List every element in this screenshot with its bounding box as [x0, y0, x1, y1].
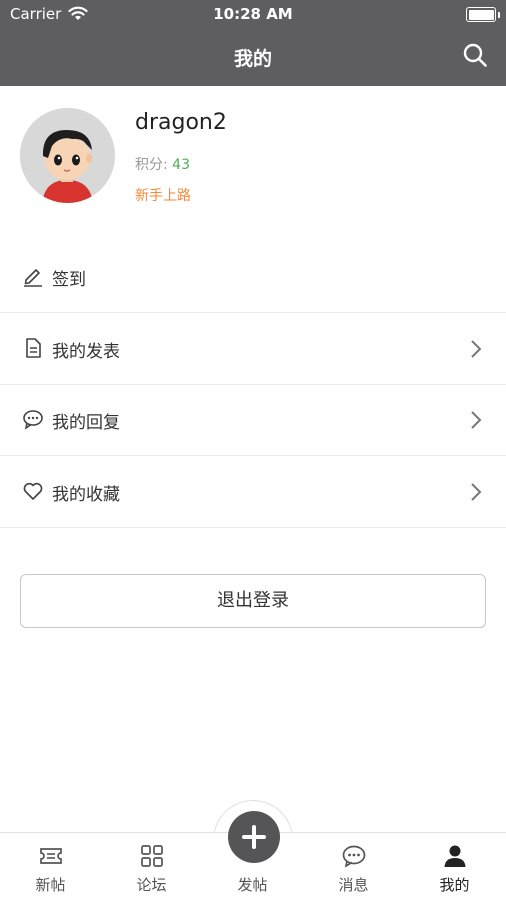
chat-bubble-icon: [342, 845, 366, 868]
chevron-right-icon: [471, 340, 482, 358]
chevron-right-icon: [471, 411, 482, 429]
tab-new-posts[interactable]: 新帖: [0, 833, 101, 900]
menu-item-my-replies[interactable]: 我的回复: [0, 384, 506, 456]
tab-label: 发帖: [237, 876, 268, 894]
chat-bubble-icon: [23, 410, 43, 430]
avatar-image: [20, 108, 115, 203]
tab-label: 新帖: [35, 876, 66, 894]
post-button[interactable]: [228, 811, 280, 863]
person-icon: [444, 845, 466, 867]
chevron-right-icon: [471, 483, 482, 501]
heart-icon: [23, 482, 43, 500]
status-bar: Carrier 10:28 AM: [0, 0, 506, 30]
search-icon[interactable]: [462, 42, 488, 68]
clock: 10:28 AM: [213, 5, 293, 23]
username: dragon2: [135, 110, 227, 135]
menu-item-my-favorites[interactable]: 我的收藏: [0, 456, 506, 528]
battery-icon: [466, 7, 496, 22]
page-title: 我的: [233, 48, 272, 70]
logout-button[interactable]: 退出登录: [20, 574, 486, 628]
points-row: 积分: 43: [135, 154, 190, 174]
battery-tip: [498, 12, 500, 18]
ticket-icon: [40, 848, 62, 864]
menu-item-checkin[interactable]: 签到: [0, 241, 506, 313]
tab-label: 我的: [439, 876, 470, 894]
menu-item-label: 我的发表: [52, 342, 120, 362]
points-label: 积分:: [135, 157, 173, 173]
tab-label: 论坛: [136, 876, 167, 894]
avatar[interactable]: [20, 108, 115, 203]
tab-profile[interactable]: 我的: [404, 833, 505, 900]
tab-label: 消息: [338, 876, 369, 894]
document-icon: [26, 338, 41, 358]
user-level: 新手上路: [135, 188, 191, 204]
menu-item-label: 我的回复: [52, 413, 120, 433]
profile-card[interactable]: dragon2 积分: 43 新手上路: [0, 86, 506, 236]
grid-icon: [141, 845, 163, 867]
menu-item-label: 签到: [52, 270, 86, 290]
points-value: 43: [172, 157, 190, 173]
tab-messages[interactable]: 消息: [303, 833, 404, 900]
tab-forum[interactable]: 论坛: [101, 833, 202, 900]
menu-item-label: 我的收藏: [52, 485, 120, 505]
nav-header: Carrier 10:28 AM 我的: [0, 0, 506, 86]
plus-icon: [242, 825, 266, 849]
pencil-icon: [24, 269, 42, 287]
menu-item-my-posts[interactable]: 我的发表: [0, 313, 506, 385]
